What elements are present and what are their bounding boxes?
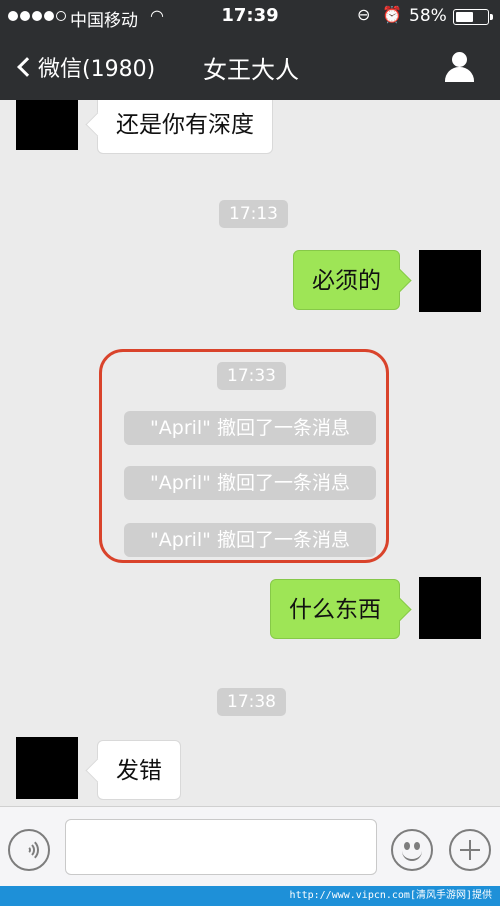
battery-tip [490,14,493,20]
lock-rotation-icon: ⊖ [357,5,371,24]
emoji-icon[interactable] [391,829,433,871]
chat-title: 女王大人 [203,56,299,84]
contact-icon[interactable] [444,52,476,82]
add-icon[interactable] [449,829,491,871]
my-avatar[interactable] [419,577,481,639]
battery-level [456,12,473,22]
battery-percent: 58% [409,6,447,26]
recall-notice: "April" 撤回了一条消息 [124,411,376,445]
status-bar: 中国移动 ◠ 17:39 ⊖ ⏰ 58% [0,0,500,34]
recall-notice: "April" 撤回了一条消息 [124,466,376,500]
timestamp: 17:13 [219,200,288,228]
timestamp: 17:38 [217,688,286,716]
contact-avatar[interactable] [16,100,78,150]
incoming-message[interactable]: 还是你有深度 [97,100,273,154]
battery-icon [453,9,489,25]
nav-bar: 微信(1980) 女王大人 [0,34,500,100]
alarm-icon: ⏰ [382,5,402,24]
my-avatar[interactable] [419,250,481,312]
incoming-message[interactable]: 发错 [97,740,181,800]
watermark: http://www.vipcn.com[清风手游网]提供 [0,886,500,906]
recall-notice: "April" 撤回了一条消息 [124,523,376,557]
outgoing-message[interactable]: 必须的 [293,250,400,310]
voice-icon[interactable] [8,829,50,871]
outgoing-message[interactable]: 什么东西 [270,579,400,639]
contact-avatar[interactable] [16,737,78,799]
message-input[interactable] [65,819,377,875]
timestamp: 17:33 [217,362,286,390]
input-bar [0,806,500,886]
chat-area[interactable]: 还是你有深度 17:13 必须的 17:33 "April" 撤回了一条消息 "… [0,100,500,806]
